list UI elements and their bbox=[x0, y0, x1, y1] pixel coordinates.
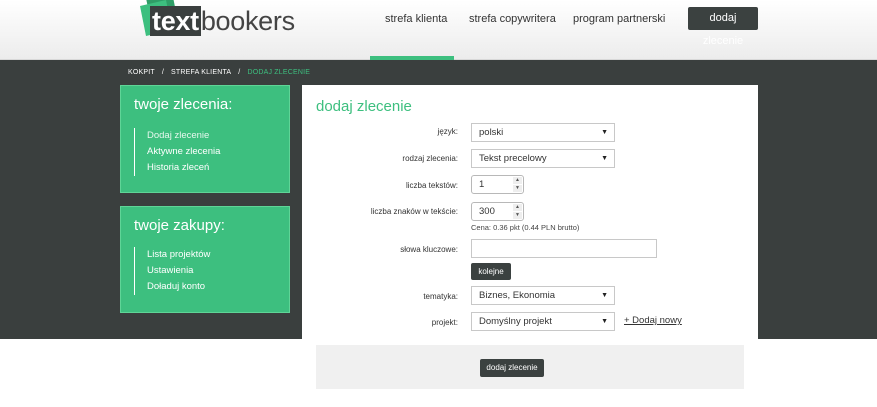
decrement-icon[interactable]: ▼ bbox=[513, 185, 522, 192]
sidebar-item-add-order[interactable]: Dodaj zlecenie bbox=[147, 128, 220, 144]
dropdown-arrow-icon: ▼ bbox=[601, 155, 608, 162]
order-type-select-value: Tekst precelowy bbox=[479, 153, 547, 164]
topic-label: tematyka: bbox=[423, 292, 458, 301]
logo[interactable]: textbookers bbox=[138, 0, 295, 40]
text-count-label: liczba tekstów: bbox=[405, 181, 458, 190]
orders-panel-title: twoje zlecenia: bbox=[134, 96, 233, 113]
language-select[interactable]: polski ▼ bbox=[471, 123, 615, 142]
add-order-form: dodaj zlecenie język: polski ▼ rodzaj zl… bbox=[302, 85, 758, 407]
order-type-label: rodzaj zlecenia: bbox=[402, 154, 458, 163]
purchases-panel: twoje zakupy: Lista projektów Ustawienia… bbox=[120, 206, 290, 313]
purchases-panel-title: twoje zakupy: bbox=[134, 217, 225, 234]
logo-text-part1: text bbox=[150, 6, 201, 36]
char-count-stepper[interactable]: 300 ▲ ▼ bbox=[471, 202, 524, 221]
order-type-select[interactable]: Tekst precelowy ▼ bbox=[471, 149, 615, 168]
dropdown-arrow-icon: ▼ bbox=[601, 318, 608, 325]
project-select[interactable]: Domyślny projekt ▼ bbox=[471, 312, 615, 331]
language-select-value: polski bbox=[479, 127, 504, 138]
breadcrumb-separator: / bbox=[161, 69, 165, 76]
project-select-value: Domyślny projekt bbox=[479, 316, 552, 327]
add-new-project-link[interactable]: + Dodaj nowy bbox=[624, 315, 682, 326]
breadcrumb: KOKPIT / STREFA KLIENTA / DODAJ ZLECENIE bbox=[128, 69, 310, 76]
nav-partner-program[interactable]: program partnerski bbox=[573, 13, 665, 25]
increment-icon[interactable]: ▲ bbox=[513, 204, 522, 211]
site-header: textbookers strefa klienta strefa copywr… bbox=[0, 0, 877, 60]
breadcrumb-separator: / bbox=[238, 69, 241, 76]
dropdown-arrow-icon: ▼ bbox=[601, 129, 608, 136]
topic-select[interactable]: Biznes, Ekonomia ▼ bbox=[471, 286, 615, 305]
sidebar-item-settings[interactable]: Ustawienia bbox=[147, 263, 210, 279]
text-count-stepper[interactable]: 1 ▲ ▼ bbox=[471, 175, 524, 194]
breadcrumb-client-zone[interactable]: STREFA KLIENTA bbox=[171, 69, 231, 76]
decrement-icon[interactable]: ▼ bbox=[513, 212, 522, 219]
language-label: język: bbox=[437, 127, 458, 136]
nav-copywriter-zone[interactable]: strefa copywritera bbox=[469, 13, 556, 25]
text-count-value: 1 bbox=[479, 179, 485, 190]
logo-text-part2: bookers bbox=[200, 6, 295, 36]
sidebar-item-top-up[interactable]: Doładuj konto bbox=[147, 279, 210, 295]
project-label: projekt: bbox=[431, 318, 458, 327]
form-footer: dodaj zlecenie bbox=[316, 345, 744, 389]
submit-order-button[interactable]: dodaj zlecenie bbox=[480, 359, 544, 377]
orders-menu: Dodaj zlecenie Aktywne zlecenia Historia… bbox=[134, 128, 220, 176]
dropdown-arrow-icon: ▼ bbox=[601, 292, 608, 299]
sidebar-item-order-history[interactable]: Historia zleceń bbox=[147, 160, 220, 176]
breadcrumb-current: DODAJ ZLECENIE bbox=[247, 69, 311, 76]
form-title: dodaj zlecenie bbox=[316, 98, 412, 115]
price-note: Cena: 0.36 pkt (0.44 PLN brutto) bbox=[471, 223, 580, 232]
topic-select-value: Biznes, Ekonomia bbox=[479, 290, 556, 301]
char-count-value: 300 bbox=[479, 206, 495, 217]
breadcrumb-dashboard[interactable]: KOKPIT bbox=[128, 69, 155, 76]
sidebar-item-project-list[interactable]: Lista projektów bbox=[147, 247, 210, 263]
sidebar-item-active-orders[interactable]: Aktywne zlecenia bbox=[147, 144, 220, 160]
add-order-nav-button[interactable]: dodaj zlecenie bbox=[688, 7, 758, 47]
keywords-input[interactable] bbox=[471, 239, 657, 258]
char-count-label: liczba znaków w tekście: bbox=[370, 207, 458, 216]
purchases-menu: Lista projektów Ustawienia Doładuj konto bbox=[134, 247, 210, 295]
next-keyword-button[interactable]: kolejne bbox=[471, 263, 511, 280]
nav-client-zone[interactable]: strefa klienta bbox=[385, 13, 447, 25]
increment-icon[interactable]: ▲ bbox=[513, 177, 522, 184]
orders-panel: twoje zlecenia: Dodaj zlecenie Aktywne z… bbox=[120, 85, 290, 193]
keywords-label: słowa kluczowe: bbox=[400, 245, 458, 254]
